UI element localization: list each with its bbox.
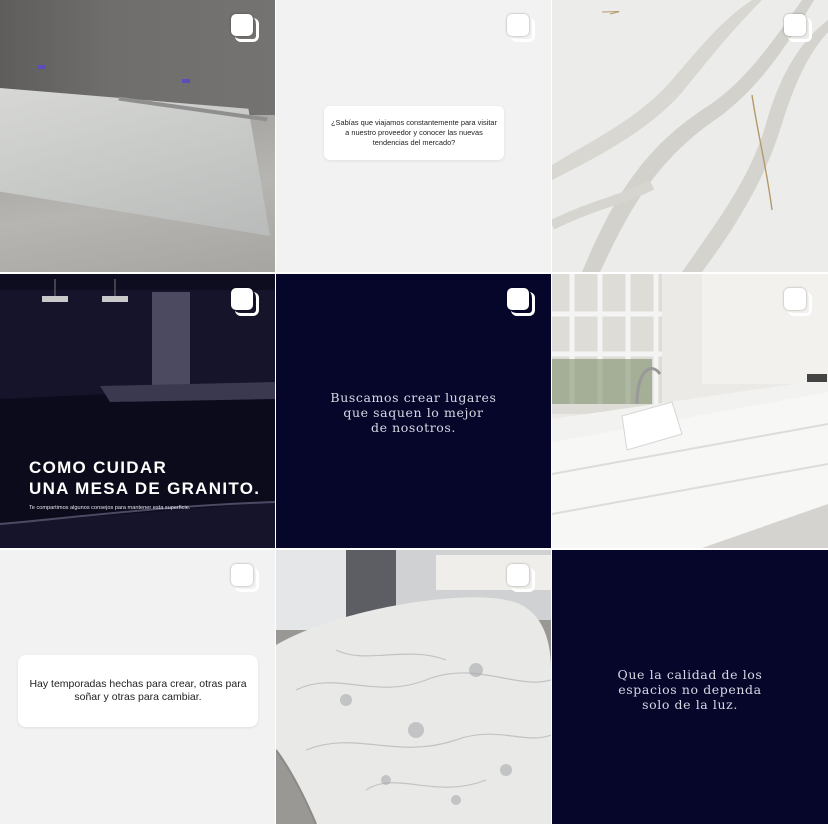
- post-tile-travel-card[interactable]: ¿Sabías que viajamos constantemente para…: [276, 0, 551, 272]
- post-tile-quartz[interactable]: [552, 0, 828, 272]
- post-tile-temporadas-card[interactable]: Hay temporadas hechas para crear, otras …: [0, 550, 275, 824]
- post-tile-quote-lugares[interactable]: Buscamos crear lugares que saquen lo mej…: [276, 274, 551, 548]
- multiple-images-icon: [231, 288, 259, 316]
- post-quote: Que la calidad de los espacios no depend…: [552, 667, 828, 712]
- multiple-images-icon: [507, 14, 535, 42]
- post-quote-line-1: Que la calidad de los: [617, 667, 763, 682]
- post-tile-granite-table[interactable]: COMO CUIDAR UNA MESA DE GRANITO. Te comp…: [0, 274, 275, 548]
- photo-pipe: [38, 65, 46, 69]
- multiple-images-icon: [507, 564, 535, 592]
- caption-line-1: Hay temporadas hechas para crear, otras …: [29, 678, 247, 690]
- post-quote-line-2: espacios no dependa: [618, 682, 762, 697]
- post-tile-quote-luz[interactable]: Que la calidad de los espacios no depend…: [552, 550, 828, 824]
- post-tile-marble-table[interactable]: [276, 550, 551, 824]
- post-title-line-1: COMO CUIDAR: [29, 458, 168, 477]
- post-title: COMO CUIDAR UNA MESA DE GRANITO.: [29, 457, 260, 499]
- post-quote-line-2: que saquen lo mejor: [343, 405, 484, 420]
- caption-card: Hay temporadas hechas para crear, otras …: [18, 655, 258, 727]
- multiple-images-icon: [231, 564, 259, 592]
- post-quote-line-1: Buscamos crear lugares: [330, 390, 497, 405]
- post-quote-line-3: de nosotros.: [370, 420, 456, 435]
- caption-card: ¿Sabías que viajamos constantemente para…: [324, 106, 504, 160]
- post-subtitle: Te compartimos algunos consejos para man…: [29, 505, 191, 511]
- post-grid: ¿Sabías que viajamos constantemente para…: [0, 0, 828, 824]
- post-quote: Buscamos crear lugares que saquen lo mej…: [276, 390, 551, 435]
- post-tile-kitchen[interactable]: [552, 274, 828, 548]
- post-quote-line-3: solo de la luz.: [642, 697, 738, 712]
- multiple-images-icon: [231, 14, 259, 42]
- photo-pipe: [182, 79, 190, 83]
- post-tile-shower-floor[interactable]: [0, 0, 275, 272]
- caption-line-2: soñar y otras para cambiar.: [74, 691, 202, 703]
- multiple-images-icon: [784, 14, 812, 42]
- multiple-images-icon: [784, 288, 812, 316]
- post-title-line-2: UNA MESA DE GRANITO.: [29, 479, 261, 498]
- multiple-images-icon: [507, 288, 535, 316]
